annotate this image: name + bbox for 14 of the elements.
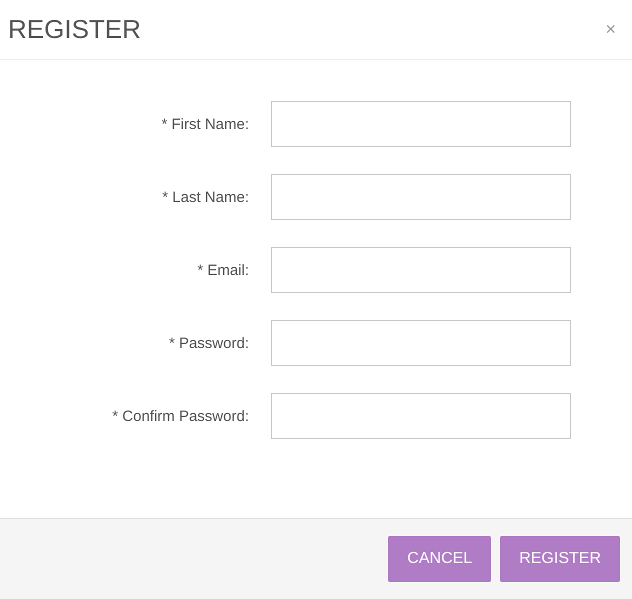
close-button[interactable]: × <box>601 19 620 40</box>
field-label: * Email: <box>196 262 249 278</box>
field-label: * First Name: <box>160 116 249 132</box>
field-label: * Password: <box>168 334 249 352</box>
input-field[interactable] <box>271 174 571 220</box>
field-label: * Last Name: <box>161 188 249 206</box>
field-label: * Confirm Password: <box>111 408 249 424</box>
cancel-button[interactable]: CANCEL <box>388 536 492 582</box>
register-button[interactable]: REGISTER <box>500 536 620 582</box>
dialog-title: REGISTER <box>8 14 141 45</box>
input-field[interactable] <box>271 393 571 439</box>
input-field[interactable] <box>271 320 571 366</box>
input-field[interactable] <box>271 101 571 147</box>
input-field[interactable] <box>271 247 571 293</box>
